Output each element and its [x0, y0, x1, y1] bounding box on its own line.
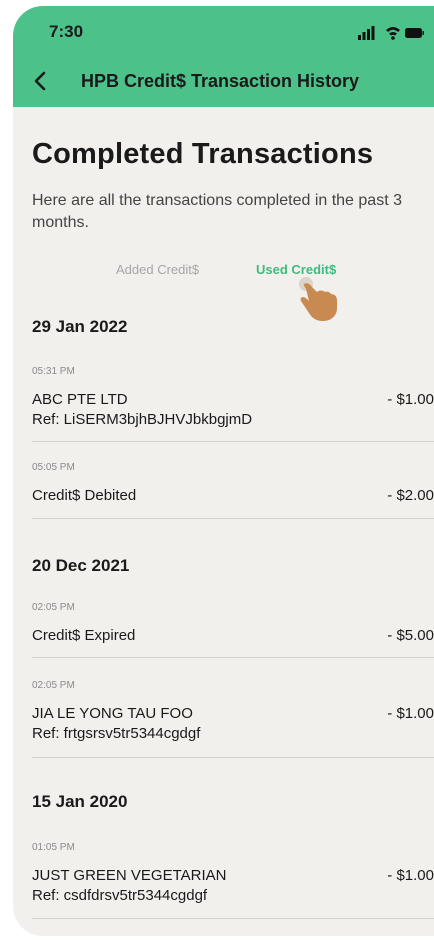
- transaction-ref: Ref: LiSERM3bjhBJHVJbkbgjmD: [32, 411, 253, 428]
- transaction-amount: - $2.00: [387, 487, 434, 504]
- transaction-name: Credit$ Expired: [32, 627, 136, 644]
- status-time: 7:30: [49, 22, 84, 41]
- transaction-ref: Ref: frtgsrsv5tr5344cgdgf: [32, 725, 201, 742]
- transaction-name: Credit$ Debited: [32, 487, 137, 504]
- status-icons: [358, 26, 424, 40]
- app-header: 7:30 HPB Credit$ Transaction History: [13, 6, 434, 107]
- divider: [32, 441, 434, 442]
- transaction-amount: - $1.00: [387, 867, 434, 884]
- transaction-item[interactable]: 05:05 PM Credit$ Debited - $2.00: [32, 462, 434, 504]
- transaction-time: 05:31 PM: [32, 366, 75, 377]
- divider: [32, 518, 434, 519]
- tab-used-credits[interactable]: Used Credit$: [256, 262, 336, 277]
- page-subtitle: Here are all the transactions completed …: [32, 192, 402, 231]
- divider: [32, 757, 434, 758]
- transaction-name: JUST GREEN VEGETARIAN: [32, 867, 227, 884]
- status-indicators-icon: [358, 26, 424, 40]
- header-title: HPB Credit$ Transaction History: [81, 71, 360, 91]
- transaction-item[interactable]: 01:05 PM JUST GREEN VEGETARIAN - $1.00 R…: [32, 842, 434, 904]
- date-header: 20 Dec 2021: [32, 556, 130, 575]
- divider: [32, 657, 434, 658]
- transaction-amount: - $1.00: [387, 705, 434, 722]
- page-title: Completed Transactions: [32, 138, 374, 170]
- transaction-name: ABC PTE LTD: [32, 391, 128, 408]
- transaction-time: 05:05 PM: [32, 462, 75, 473]
- transaction-time: 01:05 PM: [32, 842, 75, 853]
- date-header: 29 Jan 2022: [32, 317, 128, 336]
- phone-screen: 7:30 HPB Credit$ Transaction History Com…: [13, 6, 434, 936]
- transaction-amount: - $5.00: [387, 627, 434, 644]
- back-button[interactable]: [27, 68, 53, 94]
- transaction-item[interactable]: 02:05 PM JIA LE YONG TAU FOO - $1.00 Ref…: [32, 680, 434, 742]
- tab-added-credits[interactable]: Added Credit$: [116, 262, 199, 277]
- chevron-left-icon: [34, 71, 46, 91]
- transaction-time: 02:05 PM: [32, 602, 75, 613]
- transaction-item[interactable]: 02:05 PM Credit$ Expired - $5.00: [32, 602, 434, 644]
- transaction-name: JIA LE YONG TAU FOO: [32, 705, 193, 722]
- date-header: 15 Jan 2020: [32, 792, 128, 811]
- transaction-item[interactable]: 05:31 PM ABC PTE LTD - $1.00 Ref: LiSERM…: [32, 366, 434, 428]
- divider: [32, 918, 434, 919]
- transaction-amount: - $1.00: [387, 391, 434, 408]
- transaction-time: 02:05 PM: [32, 680, 75, 691]
- tap-gesture-hand-icon: [299, 277, 337, 321]
- transaction-ref: Ref: csdfdrsv5tr5344cgdgf: [32, 887, 208, 904]
